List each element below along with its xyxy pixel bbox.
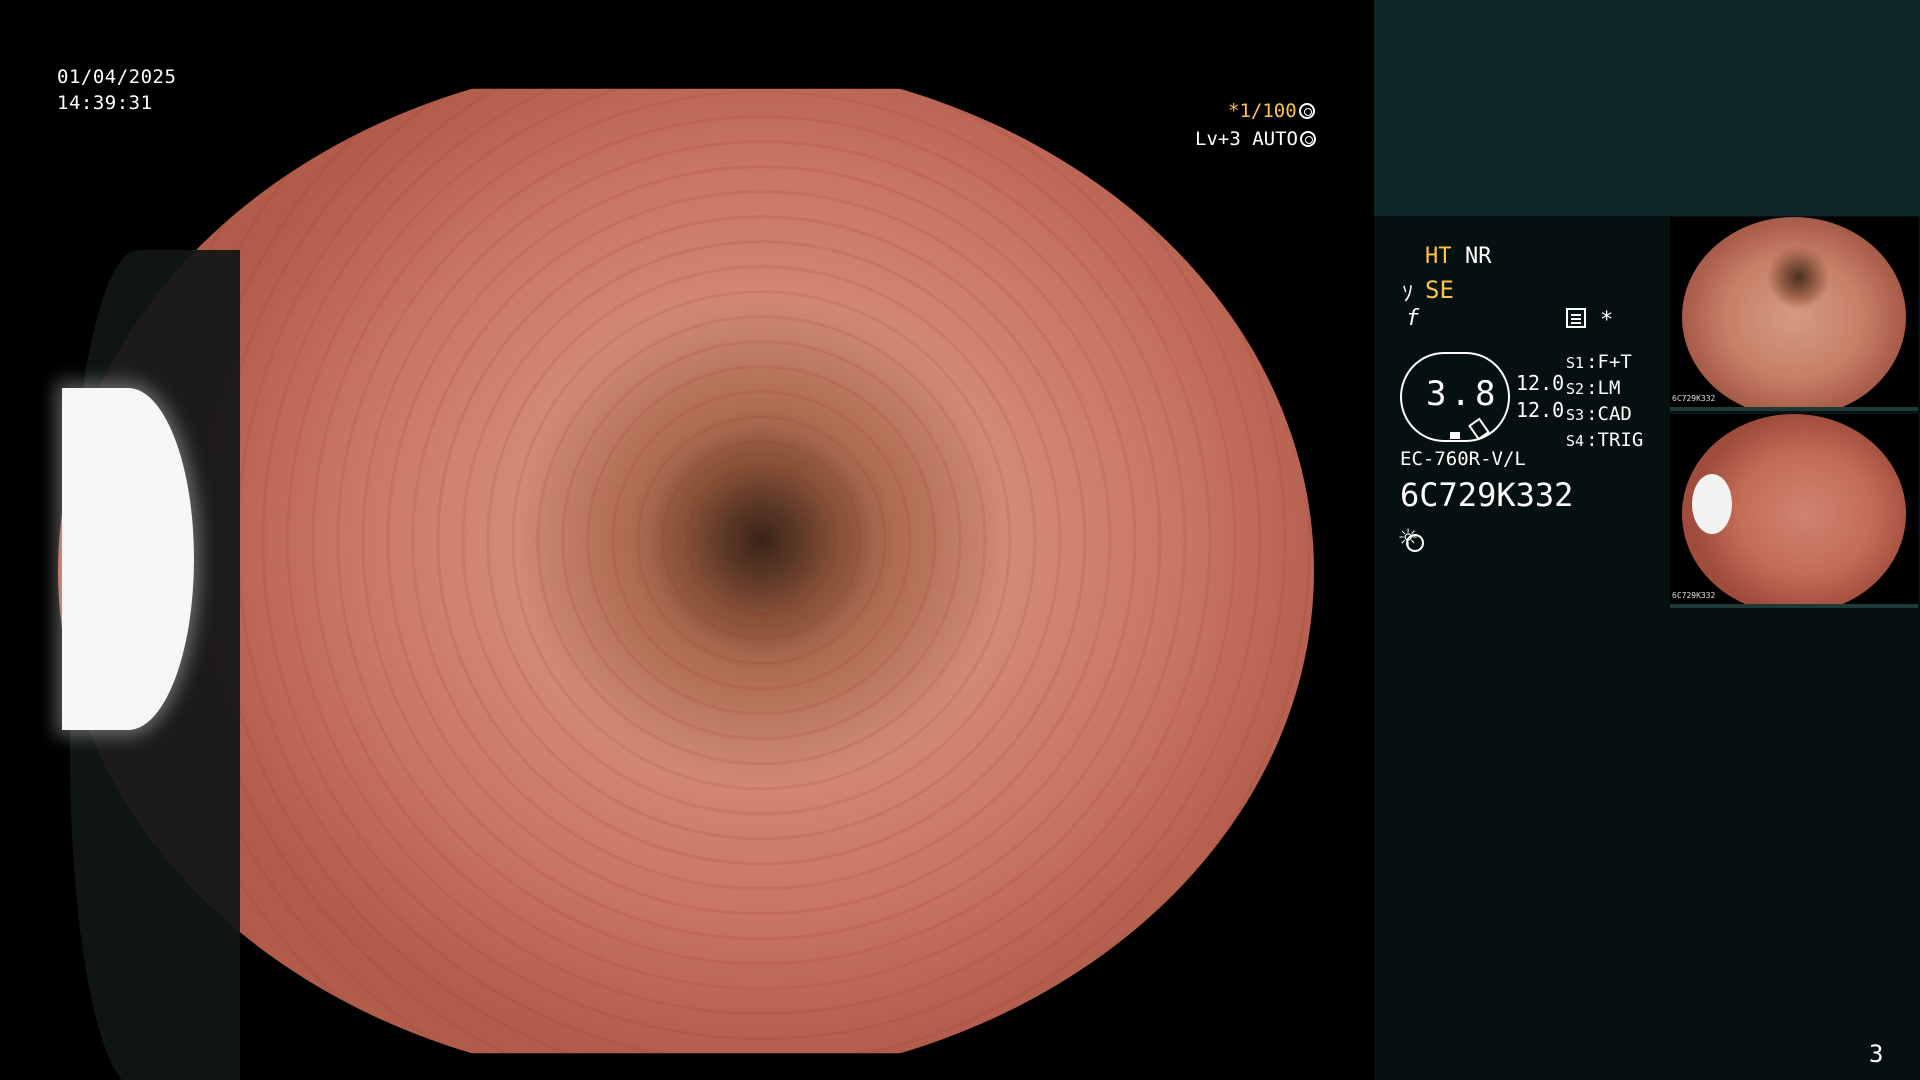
shutter-speed: *1/100 bbox=[1228, 100, 1315, 122]
time-label: 14:39:31 bbox=[57, 92, 153, 114]
se-indicator: SE bbox=[1425, 276, 1454, 304]
date-time: 01/04/2025 14:39:31 bbox=[57, 64, 176, 116]
ht-indicator: HT bbox=[1425, 244, 1452, 269]
thumbnail-light-reflection bbox=[1692, 474, 1732, 534]
scope-model: EC-760R-V/L bbox=[1400, 448, 1526, 470]
page-number: 3 bbox=[1869, 1040, 1884, 1068]
date-label: 01/04/2025 bbox=[57, 66, 177, 88]
switch-item: S3:CAD bbox=[1566, 403, 1632, 425]
shutter-label: *1/100 bbox=[1228, 100, 1297, 122]
side-panel-header bbox=[1374, 0, 1920, 216]
value-top: 12.0 bbox=[1516, 371, 1565, 395]
thumbnail-2[interactable]: 6C729K332 bbox=[1670, 414, 1918, 608]
thumbnail-1[interactable]: 6C729K332 bbox=[1670, 217, 1918, 411]
light-reflection bbox=[62, 388, 194, 730]
star-indicator: * bbox=[1600, 308, 1614, 333]
freeze-icon: f bbox=[1406, 306, 1420, 331]
thumbnail-image bbox=[1682, 217, 1906, 407]
switch-item: S2:LM bbox=[1566, 377, 1621, 399]
menu-icon bbox=[1566, 308, 1586, 328]
gauge-mark bbox=[1450, 432, 1460, 439]
scope-serial: 6C729K332 bbox=[1400, 476, 1574, 514]
brightness-level: Lv+3 AUTO bbox=[1195, 128, 1316, 150]
value-bottom: 12.0 bbox=[1516, 398, 1565, 422]
enhance-icon: ｿ bbox=[1402, 282, 1414, 307]
endoscope-main-view: 01/04/2025 14:39:31 *1/100 Lv+3 AUTO bbox=[0, 0, 1374, 1080]
gauge-value: 3.8 bbox=[1426, 374, 1500, 414]
side-panel: HT NR ｿ SE f * 3.8 12.0 12.0 S1:F+T S2:L… bbox=[1374, 0, 1920, 1080]
auto-iris-icon bbox=[1299, 131, 1316, 147]
switch-item: S1:F+T bbox=[1566, 351, 1632, 373]
thumbnail-caption: 6C729K332 bbox=[1672, 591, 1716, 600]
brightness-icon bbox=[1399, 521, 1424, 556]
thumbnail-caption: 6C729K332 bbox=[1672, 394, 1716, 403]
nr-indicator: NR bbox=[1465, 244, 1492, 269]
switch-list: S1:F+T S2:LM S3:CAD S4:TRIG bbox=[1566, 350, 1643, 454]
endoscopic-image bbox=[58, 88, 1314, 1054]
level-label: Lv+3 AUTO bbox=[1195, 128, 1298, 150]
iris-icon bbox=[1298, 103, 1315, 119]
switch-item: S4:TRIG bbox=[1566, 429, 1644, 451]
